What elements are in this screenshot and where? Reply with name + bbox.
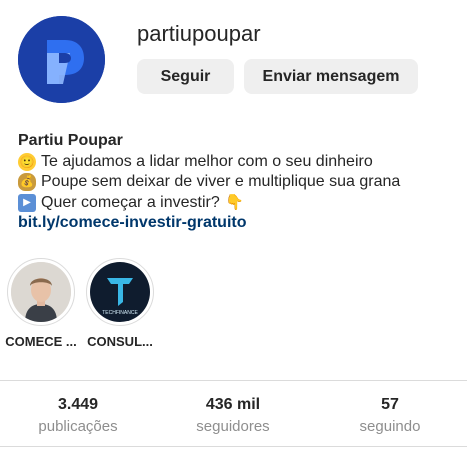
highlight-ring: TECHFINANCE [86,258,154,326]
stat-label: seguindo [359,418,421,435]
stat-following[interactable]: 57 seguindo [320,396,460,435]
techfinance-logo-icon: TECHFINANCE [90,262,150,322]
stats-divider [0,380,467,381]
stat-posts: 3.449 publicações [8,396,148,435]
play-button-emoji-icon: ▶ [18,193,36,212]
bio-line-1: 🙂 Te ajudamos a lidar melhor com o seu d… [18,152,458,173]
profile-avatar[interactable] [18,16,105,103]
highlight-consultoria[interactable]: TECHFINANCE CONSUL... [84,258,156,349]
svg-text:TECHFINANCE: TECHFINANCE [102,310,138,316]
person-photo-icon [11,262,71,322]
bio: Partiu Poupar 🙂 Te ajudamos a lidar melh… [18,131,458,234]
bio-line-3: ▶ Quer começar a investir? 👇 [18,193,458,214]
stat-value: 436 mil [205,396,261,413]
follow-button[interactable]: Seguir [137,59,234,94]
money-bag-emoji-icon: 💰 [18,173,36,192]
stat-value: 57 [381,396,399,413]
bio-link[interactable]: bit.ly/comece-investir-gratuito [18,213,247,234]
stat-label: publicações [38,418,118,435]
stat-value: 3.449 [57,396,99,413]
pointing-down-emoji-icon: 👇 [225,193,245,211]
highlight-label: COMECE ... [5,334,77,349]
bio-line-2: 💰 Poupe sem deixar de viver e multipliqu… [18,172,458,193]
bio-text-1: Te ajudamos a lidar melhor com o seu din… [41,152,373,170]
bio-text-2: Poupe sem deixar de viver e multiplique … [41,173,401,190]
username: partiupoupar [137,21,261,46]
stat-followers[interactable]: 436 mil seguidores [163,396,303,435]
highlight-comece[interactable]: COMECE ... [5,258,77,349]
smile-emoji-icon: 🙂 [18,152,36,171]
bio-text-3: Quer começar a investir? [41,193,220,211]
bio-line-4: bit.ly/comece-investir-gratuito [18,213,458,234]
highlight-ring [7,258,75,326]
bottom-divider [0,446,467,447]
highlight-label: CONSUL... [87,334,153,349]
partiu-poupar-logo-icon [18,16,105,103]
send-message-button[interactable]: Enviar mensagem [244,59,418,94]
stat-label: seguidores [196,418,270,435]
display-name: Partiu Poupar [18,132,123,149]
